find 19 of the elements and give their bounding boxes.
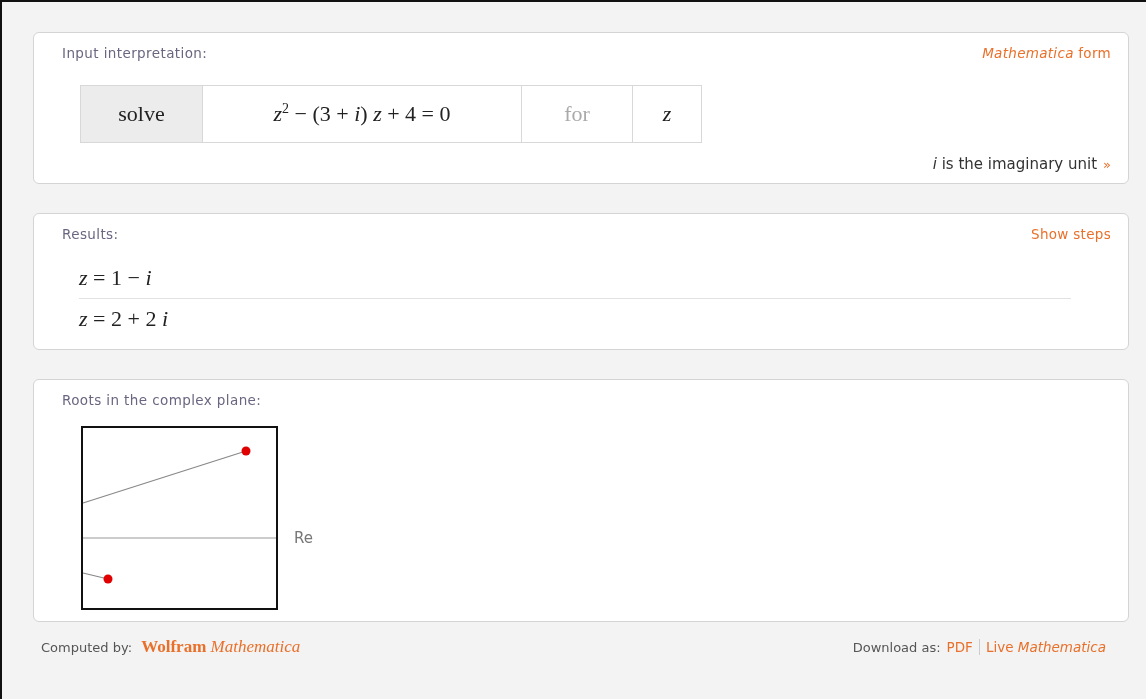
result-formula: z = 1 − i <box>79 264 153 292</box>
mathematica-form-link[interactable]: Mathematica form <box>982 45 1111 61</box>
variable-cell: z <box>632 85 702 143</box>
download-link[interactable]: Live Mathematica <box>985 639 1106 655</box>
axis-label: Re <box>294 529 313 547</box>
download-label: Download as: <box>852 639 941 655</box>
computed-by-label: Computed by: <box>41 640 133 655</box>
download-link[interactable]: PDF <box>946 639 973 655</box>
show-steps-link[interactable]: Show steps <box>1031 226 1111 242</box>
section-title: Input interpretation: <box>62 45 208 61</box>
imaginary-unit-note: i is the imaginary unit <box>932 155 1098 173</box>
expression-cell: z$^{2}$ − (3 + i) z + 4 = 0 <box>202 85 522 143</box>
result-formula: z = 2 + 2 i <box>79 305 169 333</box>
connector-cell: for <box>521 85 633 143</box>
keyword-cell: solve <box>80 85 203 143</box>
wolfram-mathematica-logo[interactable]: Wolfram Mathematica <box>141 637 301 656</box>
section-title: Results: <box>62 226 119 242</box>
more-link[interactable]: » <box>1103 157 1111 172</box>
section-title: Roots in the complex plane: <box>62 392 262 408</box>
